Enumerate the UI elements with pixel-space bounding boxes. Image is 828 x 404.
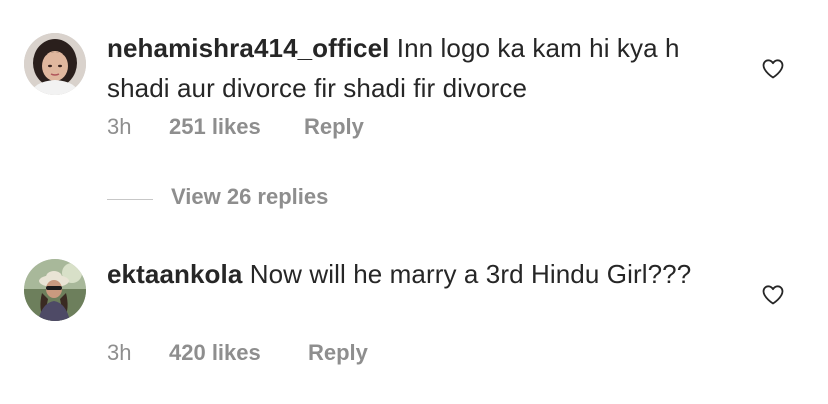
- comment-username[interactable]: ektaankola: [107, 259, 242, 289]
- heart-outline-icon[interactable]: [761, 283, 785, 307]
- view-replies-label[interactable]: View 26 replies: [171, 184, 328, 210]
- avatar[interactable]: [24, 33, 86, 95]
- comment-username[interactable]: nehamishra414_officel: [107, 33, 389, 63]
- comment-text: Now will he marry a 3rd Hindu Girl???: [249, 259, 692, 289]
- avatar[interactable]: [24, 259, 86, 321]
- comment-timestamp[interactable]: 3h: [107, 340, 131, 366]
- comment-body: ektaankola Now will he marry a 3rd Hindu…: [107, 254, 727, 294]
- comment-item: ektaankola Now will he marry a 3rd Hindu…: [0, 230, 828, 404]
- reply-button[interactable]: Reply: [308, 340, 368, 366]
- replies-divider: [107, 199, 153, 200]
- comment-likes[interactable]: 251 likes: [169, 114, 261, 140]
- comment-item: nehamishra414_officel Inn logo ka kam hi…: [0, 0, 828, 160]
- reply-button[interactable]: Reply: [304, 114, 364, 140]
- heart-outline-icon[interactable]: [761, 57, 785, 81]
- comment-body: nehamishra414_officel Inn logo ka kam hi…: [107, 28, 727, 108]
- comment-likes[interactable]: 420 likes: [169, 340, 261, 366]
- comment-timestamp[interactable]: 3h: [107, 114, 131, 140]
- profile-photo-icon: [24, 33, 86, 95]
- profile-photo-icon: [24, 259, 86, 321]
